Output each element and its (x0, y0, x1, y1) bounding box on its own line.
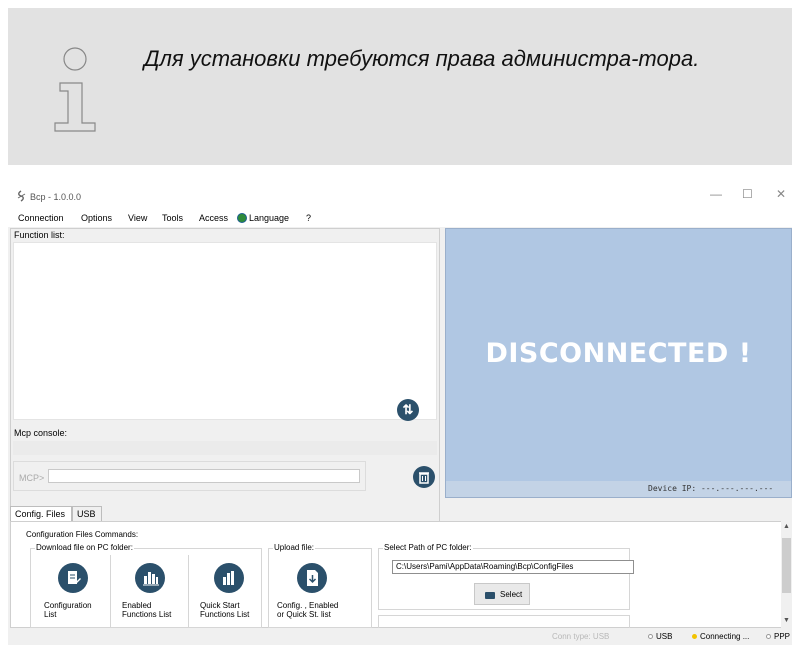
maximize-button[interactable]: ☐ (742, 187, 753, 201)
trash-icon (419, 472, 429, 484)
clear-console-button[interactable] (413, 466, 435, 488)
minimize-button[interactable]: — (710, 187, 722, 201)
tab-usb[interactable]: USB (72, 506, 102, 521)
menu-access[interactable]: Access (199, 213, 228, 223)
bar-chart-icon (214, 563, 244, 593)
mcp-input[interactable] (48, 469, 360, 483)
close-button[interactable]: ✕ (776, 187, 786, 201)
tab-config-files[interactable]: Config. Files (10, 506, 72, 521)
conn-type-status: Conn type: USB (552, 632, 610, 641)
tool-label: Enabled Functions List (122, 601, 172, 619)
app-icon (17, 190, 26, 202)
console-output (13, 441, 437, 455)
device-display: DISCONNECTED ! Device IP: ---.---.---.--… (445, 228, 792, 498)
path-group-label: Select Path of PC folder: (383, 543, 473, 552)
ppp-status-label: PPP (774, 632, 791, 641)
menu-options[interactable]: Options (81, 213, 112, 223)
bar-grid-icon (135, 563, 165, 593)
ppp-status: PPP (766, 632, 790, 641)
connecting-status-label: Connecting ... (700, 632, 750, 641)
title-bar: Bcp - 1.0.0.0 — ☐ ✕ (8, 183, 792, 209)
device-ip: Device IP: ---.---.---.--- (648, 484, 774, 493)
ppp-status-dot (766, 634, 771, 639)
download-group-label: Download file on PC folder: (35, 543, 134, 552)
function-list-label: Function list: (14, 230, 65, 240)
device-ip-bar: Device IP: ---.---.---.--- (446, 481, 791, 497)
console-label: Mcp console: (14, 428, 68, 438)
menu-language-label: Language (249, 213, 290, 223)
app-window: Bcp - 1.0.0.0 — ☐ ✕ Connection Options V… (8, 183, 792, 645)
globe-icon (237, 213, 247, 223)
select-button-label: Select (500, 590, 523, 599)
tool-label: Configuration List (44, 601, 92, 619)
scroll-down-icon[interactable]: ▼ (783, 617, 790, 624)
usb-status-dot (648, 634, 653, 639)
info-icon (54, 47, 96, 132)
select-folder-button[interactable]: Select (474, 583, 530, 605)
tool-label: Config. , Enabled or Quick St. list (277, 601, 339, 619)
note-text: Для установки требуются права администра… (144, 46, 700, 71)
connection-status-text: DISCONNECTED ! (485, 338, 752, 369)
mcp-command-row: MCP> (13, 461, 366, 491)
connecting-status: Connecting ... (692, 632, 749, 641)
menu-view[interactable]: View (128, 213, 147, 223)
refresh-icon: ⇅ (402, 402, 414, 417)
commands-title: Configuration Files Commands: (26, 530, 139, 539)
file-upload-icon (297, 563, 327, 593)
menu-tools[interactable]: Tools (162, 213, 183, 223)
menu-connection[interactable]: Connection (18, 213, 64, 223)
usb-status: USB (648, 632, 672, 641)
status-bar: Conn type: USB USB Connecting ... PPP (8, 628, 792, 645)
connecting-status-dot (692, 634, 697, 639)
upload-group-label: Upload file: (273, 543, 316, 552)
window-title: Bcp - 1.0.0.0 (30, 192, 82, 202)
folder-icon (485, 592, 495, 599)
refresh-button[interactable]: ⇅ (397, 399, 419, 421)
usb-status-label: USB (656, 632, 673, 641)
next-group (378, 615, 630, 628)
scroll-thumb[interactable] (782, 538, 791, 593)
menu-language[interactable]: Language (237, 213, 289, 223)
tool-label: Quick Start Functions List (200, 601, 250, 619)
pc-folder-path-field[interactable]: C:\Users\Pami\AppData\Roaming\Bcp\Config… (392, 560, 634, 574)
document-edit-icon (58, 563, 88, 593)
mcp-prompt: MCP> (19, 473, 45, 483)
menu-bar: Connection Options View Tools Access Lan… (8, 209, 792, 227)
vertical-scrollbar[interactable]: ▲ ▼ (781, 521, 792, 628)
function-list[interactable]: ⇅ (13, 242, 437, 421)
info-note: Для установки требуются права администра… (8, 8, 792, 165)
menu-help[interactable]: ? (306, 213, 311, 223)
scroll-up-icon[interactable]: ▲ (783, 523, 790, 530)
